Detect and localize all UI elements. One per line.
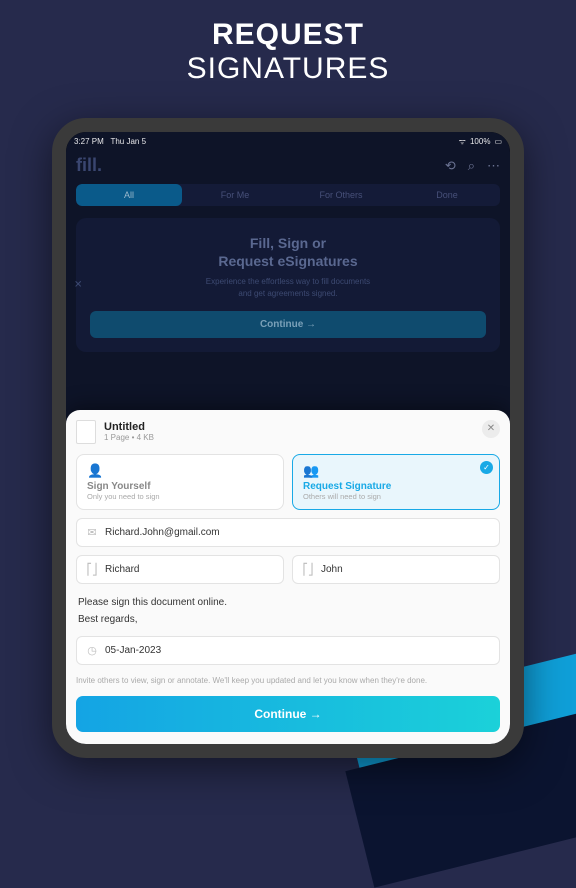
message-body[interactable]: Please sign this document online. Best r…	[76, 594, 500, 628]
sheet-header: Untitled 1 Page • 4 KB ✕	[76, 420, 500, 444]
hero-sub-l1: Experience the effortless way to fill do…	[90, 276, 486, 287]
first-name-field[interactable]: ⎡⎦ Richard	[76, 555, 284, 584]
email-value: Richard.John@gmail.com	[105, 527, 220, 538]
app-top-bar: fill. ⟲ ⌕ ⋯	[76, 155, 500, 176]
date-field[interactable]: ◷ 05-Jan-2023	[76, 636, 500, 665]
option-sub: Others will need to sign	[303, 492, 489, 501]
user-icon: ⎡⎦	[85, 563, 99, 576]
last-name-field[interactable]: ⎡⎦ John	[292, 555, 500, 584]
hero-subtitle: Experience the effortless way to fill do…	[90, 276, 486, 298]
status-right: ᯤ 100% ▭	[459, 136, 502, 147]
tablet-frame: 3:27 PM Thu Jan 5 ᯤ 100% ▭ fill. ⟲ ⌕ ⋯ A…	[52, 118, 524, 758]
clock-icon: ◷	[85, 644, 99, 657]
hero-sub-l2: and get agreements signed.	[90, 288, 486, 299]
signing-options: 👤 Sign Yourself Only you need to sign ✓ …	[76, 454, 500, 510]
continue-button[interactable]: Continue →	[76, 696, 500, 732]
tab-done[interactable]: Done	[394, 184, 500, 206]
battery-icon: ▭	[494, 137, 502, 146]
top-icons: ⟲ ⌕ ⋯	[445, 158, 500, 174]
doc-thumbnail	[76, 420, 96, 444]
close-icon[interactable]: ✕	[74, 279, 82, 290]
hero-title-l2: Request eSignatures	[90, 252, 486, 270]
option-sign-yourself[interactable]: 👤 Sign Yourself Only you need to sign	[76, 454, 284, 510]
doc-meta: 1 Page • 4 KB	[104, 433, 154, 442]
segmented-tabs: All For Me For Others Done	[76, 184, 500, 206]
option-title: Request Signature	[303, 481, 489, 492]
status-time: 3:27 PM	[74, 137, 104, 146]
last-name-value: John	[321, 564, 343, 575]
screen: 3:27 PM Thu Jan 5 ᯤ 100% ▭ fill. ⟲ ⌕ ⋯ A…	[66, 132, 510, 744]
status-bar: 3:27 PM Thu Jan 5 ᯤ 100% ▭	[66, 132, 510, 149]
status-left: 3:27 PM Thu Jan 5	[74, 137, 146, 146]
user-icon: ⎡⎦	[301, 563, 315, 576]
person-icon: 👤	[87, 463, 273, 479]
message-line-2: Best regards,	[78, 611, 498, 628]
first-name-value: Richard	[105, 564, 139, 575]
message-line-1: Please sign this document online.	[78, 594, 498, 611]
wifi-icon: ᯤ	[459, 136, 466, 147]
search-icon[interactable]: ⌕	[468, 158, 475, 174]
close-sheet-button[interactable]: ✕	[482, 420, 500, 438]
battery-label: 100%	[470, 137, 490, 146]
email-field[interactable]: ✉ Richard.John@gmail.com	[76, 518, 500, 547]
headline-line-1: REQUEST	[0, 18, 576, 52]
mail-icon: ✉	[85, 526, 99, 539]
more-icon[interactable]: ⋯	[487, 158, 500, 174]
request-sheet: Untitled 1 Page • 4 KB ✕ 👤 Sign Yourself…	[66, 410, 510, 744]
people-icon: 👥	[303, 463, 489, 479]
app-logo: fill.	[76, 155, 102, 176]
date-value: 05-Jan-2023	[105, 645, 161, 656]
hero-card: ✕ Fill, Sign or Request eSignatures Expe…	[76, 218, 500, 352]
help-text: Invite others to view, sign or annotate.…	[76, 675, 500, 686]
status-date: Thu Jan 5	[110, 137, 146, 146]
name-row: ⎡⎦ Richard ⎡⎦ John	[76, 547, 500, 584]
tab-all[interactable]: All	[76, 184, 182, 206]
hero-title-l1: Fill, Sign or	[90, 234, 486, 252]
headline: REQUEST SIGNATURES	[0, 0, 576, 86]
option-sub: Only you need to sign	[87, 492, 273, 501]
doc-title: Untitled	[104, 421, 154, 433]
doc-info: Untitled 1 Page • 4 KB	[104, 421, 154, 442]
option-request-signature[interactable]: ✓ 👥 Request Signature Others will need t…	[292, 454, 500, 510]
checkmark-icon: ✓	[480, 461, 493, 474]
hero-title: Fill, Sign or Request eSignatures	[90, 234, 486, 270]
option-title: Sign Yourself	[87, 481, 273, 492]
tab-for-me[interactable]: For Me	[182, 184, 288, 206]
headline-line-2: SIGNATURES	[0, 52, 576, 86]
sync-icon[interactable]: ⟲	[445, 158, 456, 174]
tab-for-others[interactable]: For Others	[288, 184, 394, 206]
app-hero: fill. ⟲ ⌕ ⋯ All For Me For Others Done ✕…	[66, 149, 510, 352]
hero-continue-button[interactable]: Continue →	[90, 311, 486, 338]
